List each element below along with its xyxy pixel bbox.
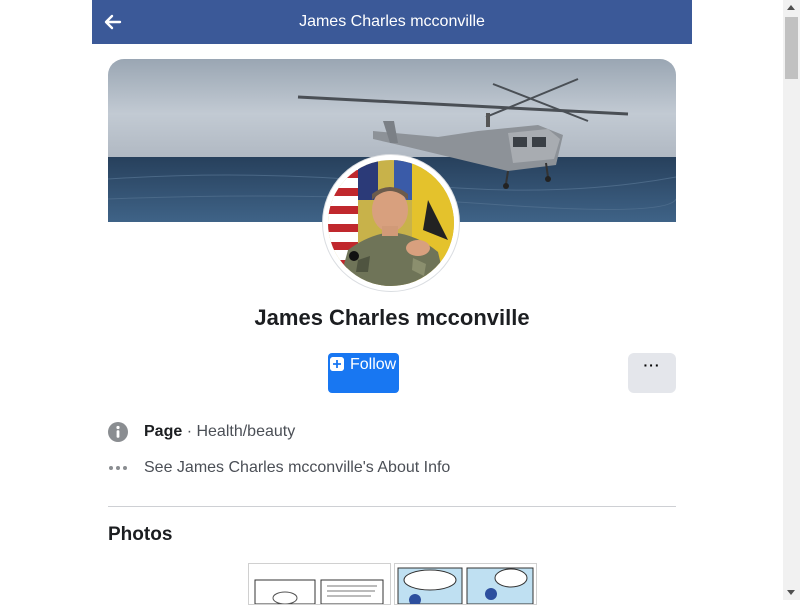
info-circle-icon bbox=[108, 422, 128, 442]
about-info-row[interactable]: See James Charles mcconville's About Inf… bbox=[108, 456, 676, 480]
photo-thumbnail[interactable] bbox=[248, 563, 391, 605]
scroll-up-icon[interactable] bbox=[787, 5, 795, 10]
more-dots-icon bbox=[109, 466, 127, 470]
category-value: Health/beauty bbox=[196, 423, 296, 440]
category-separator: · bbox=[182, 423, 197, 440]
avatar bbox=[328, 160, 454, 286]
more-options-button[interactable]: ··· bbox=[628, 353, 676, 393]
scrollbar[interactable] bbox=[783, 0, 800, 600]
follow-button[interactable]: Follow bbox=[328, 353, 399, 393]
photo-thumbnail[interactable] bbox=[394, 563, 537, 605]
divider bbox=[108, 506, 676, 507]
about-info-link[interactable]: See James Charles mcconville's About Inf… bbox=[144, 458, 450, 478]
scroll-down-icon[interactable] bbox=[787, 590, 795, 595]
top-bar: James Charles mcconville bbox=[92, 0, 692, 44]
follow-plus-icon bbox=[330, 357, 344, 371]
page-category-text: Page · Health/beauty bbox=[144, 422, 295, 442]
scrollbar-thumb[interactable] bbox=[785, 17, 798, 79]
photos-heading: Photos bbox=[108, 524, 173, 545]
page-label: Page bbox=[144, 423, 183, 440]
page-category-row: Page · Health/beauty bbox=[108, 420, 676, 444]
profile-name: James Charles mcconville bbox=[254, 305, 530, 330]
profile-picture[interactable] bbox=[323, 155, 459, 291]
more-dots-icon: ··· bbox=[643, 357, 661, 373]
follow-label: Follow bbox=[350, 356, 397, 373]
page-title: James Charles mcconville bbox=[299, 13, 485, 30]
